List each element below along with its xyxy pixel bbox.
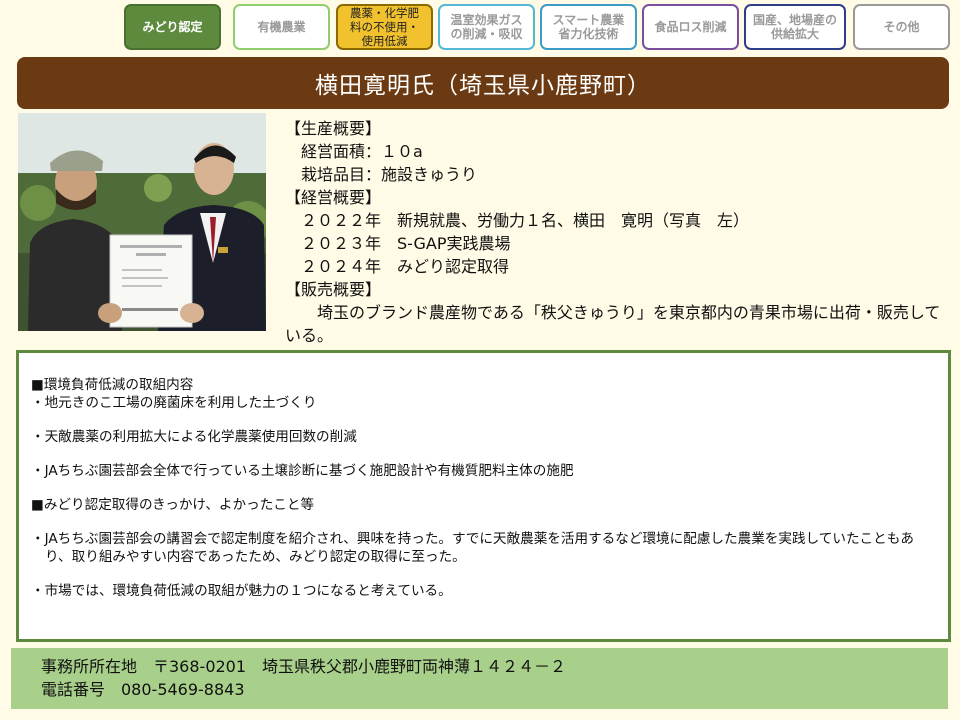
initiative-item: ・地元きのこ工場の廃菌床を利用した土づくり xyxy=(31,395,317,411)
production-area: 経営面積：１０a xyxy=(285,142,423,161)
production-heading: 【生産概要】 xyxy=(285,119,382,138)
motivation-item: ・JAちちぶ園芸部会の講習会で認定制度を紹介され、興味を持った。すでに天敵農薬を… xyxy=(31,531,914,565)
tab-organic-farming[interactable]: 有機農業 xyxy=(233,4,330,50)
sales-heading: 【販売概要】 xyxy=(285,280,382,299)
tab-ghg-reduction[interactable]: 温室効果ガス の削減・吸収 xyxy=(438,4,535,50)
section-heading-initiatives: ■環境負荷低減の取組内容 xyxy=(31,377,194,393)
page-title: 横田寛明氏（埼玉県小鹿野町） xyxy=(17,57,949,109)
farm-overview: 【生産概要】 経営面積：１０a 栽培品目：施設きゅうり 【経営概要】 ２０２２年… xyxy=(285,117,950,347)
sales-text: 埼玉のブランド農産物である「秩父きゅうり」を東京都内の青果市場に出荷・販売してい… xyxy=(285,303,941,345)
tab-pesticide-fertilizer-reduction[interactable]: 農薬・化学肥 料の不使用・ 使用低減 xyxy=(336,4,433,50)
phone-number: 電話番号 080-5469-8843 xyxy=(41,680,245,699)
management-item: ２０２２年 新規就農、労働力１名、横田 寛明（写真 左） xyxy=(285,211,750,230)
motivation-item: ・市場では、環境負荷低減の取組が魅力の１つになると考えている。 xyxy=(31,583,452,599)
contact-footer: 事務所所在地 〒368-0201 埼玉県秩父郡小鹿野町両神薄１４２４－２ 電話番… xyxy=(11,648,948,709)
tab-smart-agriculture[interactable]: スマート農業 省力化技術 xyxy=(540,4,637,50)
section-heading-motivation: ■みどり認定取得のきっかけ、よかったこと等 xyxy=(31,497,315,513)
category-tabs: みどり認定 有機農業 農薬・化学肥 料の不使用・ 使用低減 温室効果ガス の削減… xyxy=(0,4,960,54)
management-item: ２０２３年 S-GAP実践農場 xyxy=(285,234,511,253)
management-heading: 【経営概要】 xyxy=(285,188,382,207)
tab-midori-certification[interactable]: みどり認定 xyxy=(124,4,221,50)
initiative-item: ・JAちちぶ園芸部会全体で行っている土壌診断に基づく施肥設計や有機質肥料主体の施… xyxy=(31,463,574,479)
initiatives-panel: ■環境負荷低減の取組内容 ・地元きのこ工場の廃菌床を利用した土づくり ・天敵農薬… xyxy=(16,350,951,642)
office-address: 事務所所在地 〒368-0201 埼玉県秩父郡小鹿野町両神薄１４２４－２ xyxy=(41,657,567,676)
management-item: ２０２４年 みどり認定取得 xyxy=(285,257,510,276)
initiative-item: ・天敵農薬の利用拡大による化学農薬使用回数の削減 xyxy=(31,429,357,445)
farmer-photo xyxy=(18,113,266,331)
tab-local-supply[interactable]: 国産、地場産の 供給拡大 xyxy=(744,4,846,50)
farmer-photo-illustration xyxy=(18,113,266,331)
production-crop: 栽培品目：施設きゅうり xyxy=(285,165,478,184)
tab-food-loss-reduction[interactable]: 食品ロス削減 xyxy=(642,4,739,50)
tab-other[interactable]: その他 xyxy=(853,4,950,50)
